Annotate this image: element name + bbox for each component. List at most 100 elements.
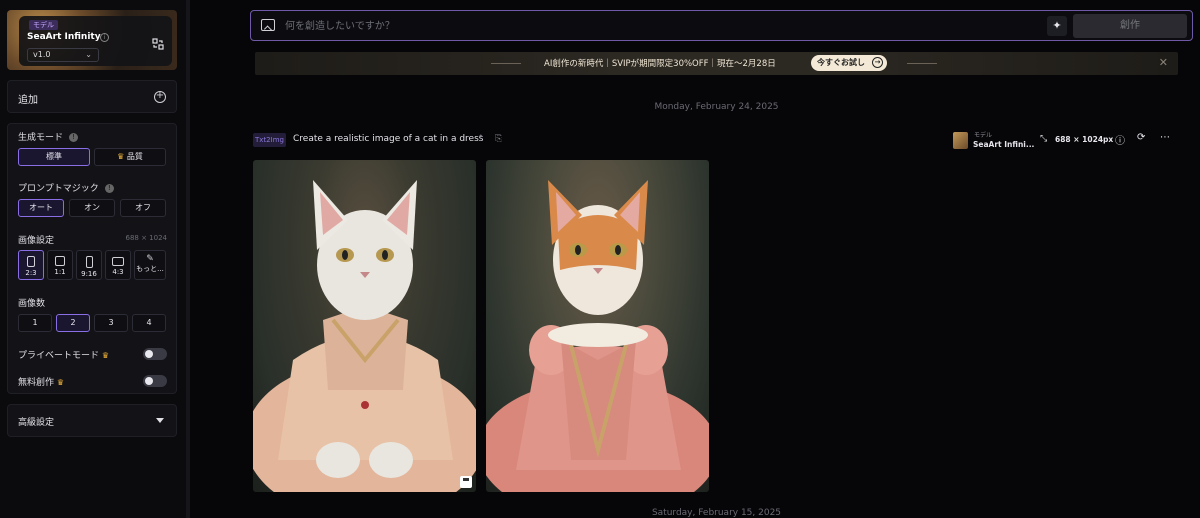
model-version-select[interactable]: v1.0 ⌄: [27, 48, 99, 62]
app: モデル SeaArt Infinity i v1.0 ⌄ 追加 + 生成モード …: [0, 0, 1200, 518]
ratio-2-3-button[interactable]: 2:3: [18, 250, 44, 280]
ratio-9-16-button[interactable]: 9:16: [76, 250, 102, 280]
private-mode-label: プライベートモード: [18, 351, 100, 361]
promo-banner: AI創作の新時代｜SVIPが期間限定30%OFF｜現在～2月28日 今すぐお試し…: [255, 52, 1178, 75]
mode-standard-button[interactable]: 標準: [18, 148, 90, 166]
model-card[interactable]: モデル SeaArt Infinity i v1.0 ⌄: [7, 10, 177, 70]
cat-in-dress-illustration: [486, 180, 709, 492]
task-prompt[interactable]: Create a realistic image of a cat in a d…: [293, 134, 483, 144]
square-ratio-icon: [55, 256, 65, 266]
generation-mode-label: 生成モード: [18, 133, 64, 143]
model-version-value: v1.0: [33, 50, 51, 59]
prompt-bar: ✦ 創作: [250, 10, 1193, 41]
image-count-2-button[interactable]: 2: [56, 314, 90, 332]
ratio-more-button[interactable]: ✎ もっと...: [134, 250, 166, 280]
vip-crown-icon: ♛: [101, 351, 110, 360]
private-mode-heading: プライベートモード ♛: [18, 348, 109, 361]
task-size: 688 × 1024px: [1055, 135, 1114, 144]
promo-try-button[interactable]: 今すぐお試し →: [811, 55, 887, 71]
ratio-label: 1:1: [54, 268, 66, 276]
date-header: Saturday, February 15, 2025: [651, 508, 782, 518]
portrait-ratio-icon: [27, 256, 35, 267]
sidebar-divider[interactable]: [186, 0, 190, 518]
mode-quality-button[interactable]: ♛ 品質: [94, 148, 166, 166]
divider: [907, 63, 937, 64]
mode-quality-label: 品質: [126, 152, 143, 161]
help-icon[interactable]: !: [69, 133, 79, 142]
ratio-label: 2:3: [25, 269, 37, 277]
mode-standard-label: 標準: [46, 152, 62, 161]
add-panel[interactable]: 追加 +: [7, 80, 177, 113]
tall-ratio-icon: [85, 256, 93, 268]
expand-icon: ⤡: [1040, 134, 1048, 144]
model-card-inner: モデル SeaArt Infinity i v1.0 ⌄: [19, 16, 172, 66]
create-button[interactable]: 創作: [1073, 14, 1187, 38]
prompt-magic-heading: プロンプトマジック!: [18, 181, 114, 194]
task-model-tag: モデル: [974, 132, 993, 139]
task-model-name[interactable]: SeaArt Infini...: [973, 140, 1034, 149]
image-count-4-button[interactable]: 4: [132, 314, 166, 332]
regenerate-icon[interactable]: ⟳: [1137, 132, 1145, 143]
ratio-1-1-button[interactable]: 1:1: [47, 250, 73, 280]
generation-mode-heading: 生成モード!: [18, 130, 79, 143]
arrow-up-icon[interactable]: ⇡: [477, 134, 485, 144]
close-icon[interactable]: ✕: [1159, 56, 1168, 69]
ratio-4-3-button[interactable]: 4:3: [105, 250, 131, 280]
advanced-settings-panel[interactable]: 高級設定: [7, 404, 177, 437]
pencil-icon: ✎: [146, 254, 154, 264]
vip-crown-icon: ♛: [117, 152, 125, 161]
info-icon[interactable]: ⓘ: [1115, 132, 1125, 147]
prompt-magic-label: プロンプトマジック: [18, 184, 99, 194]
sidebar: モデル SeaArt Infinity i v1.0 ⌄ 追加 + 生成モード …: [0, 0, 186, 518]
image-settings-label: 画像設定: [18, 236, 55, 246]
chevron-down-icon: ⌄: [85, 50, 92, 59]
private-mode-toggle[interactable]: [143, 348, 167, 360]
model-thumbnail: [953, 132, 968, 149]
add-label: 追加: [18, 95, 38, 106]
prompt-input[interactable]: [285, 17, 985, 35]
vip-crown-icon: ♛: [56, 378, 65, 387]
task-type-badge: Txt2Img: [253, 133, 286, 147]
info-icon[interactable]: i: [100, 33, 109, 42]
prompt-magic-auto-label: オート: [29, 203, 53, 212]
divider: [491, 63, 521, 64]
result-image[interactable]: [486, 160, 709, 492]
magic-wand-icon[interactable]: ✦: [1047, 16, 1067, 36]
model-name: SeaArt Infinity: [27, 32, 101, 42]
arrow-right-icon: →: [872, 57, 883, 68]
promo-text: AI創作の新時代｜SVIPが期間限定30%OFF｜現在～2月28日: [544, 59, 776, 69]
image-count-option: 3: [108, 318, 114, 327]
add-circle-icon[interactable]: +: [154, 91, 166, 103]
free-create-label: 無料創作: [18, 378, 55, 388]
cat-in-dress-illustration: [253, 180, 476, 492]
image-count-3-button[interactable]: 3: [94, 314, 128, 332]
prompt-magic-on-label: オン: [84, 203, 100, 212]
image-upload-icon[interactable]: [261, 19, 275, 31]
settings-panel: 生成モード! 標準 ♛ 品質 プロンプトマジック! オート オン オフ 画像設定…: [7, 123, 177, 394]
promo-try-label: 今すぐお試し: [817, 58, 865, 67]
model-tag: モデル: [29, 20, 58, 30]
ratio-label: 9:16: [81, 270, 97, 278]
more-icon[interactable]: ⋯: [1160, 132, 1170, 143]
prompt-magic-on-button[interactable]: オン: [69, 199, 115, 217]
save-icon[interactable]: [460, 476, 472, 488]
prompt-magic-auto-button[interactable]: オート: [18, 199, 64, 217]
image-count-label: 画像数: [18, 299, 46, 309]
landscape-ratio-icon: [112, 257, 124, 266]
result-image[interactable]: [253, 160, 476, 492]
prompt-magic-off-label: オフ: [135, 203, 151, 212]
reuse-prompt-icon[interactable]: ⎘: [495, 134, 502, 144]
ratio-label: 4:3: [112, 268, 124, 276]
prompt-magic-off-button[interactable]: オフ: [120, 199, 166, 217]
advanced-settings-label: 高級設定: [18, 418, 55, 428]
image-count-option: 1: [32, 318, 38, 327]
free-create-heading: 無料創作 ♛: [18, 375, 64, 388]
date-header: Monday, February 24, 2025: [654, 102, 779, 112]
free-create-toggle[interactable]: [143, 375, 167, 387]
image-count-1-button[interactable]: 1: [18, 314, 52, 332]
image-size-value: 688 × 1024: [125, 234, 168, 242]
help-icon[interactable]: !: [104, 184, 114, 193]
image-count-option: 2: [70, 318, 76, 327]
ratio-label: もっと...: [136, 265, 164, 273]
switch-model-icon[interactable]: [152, 38, 164, 50]
